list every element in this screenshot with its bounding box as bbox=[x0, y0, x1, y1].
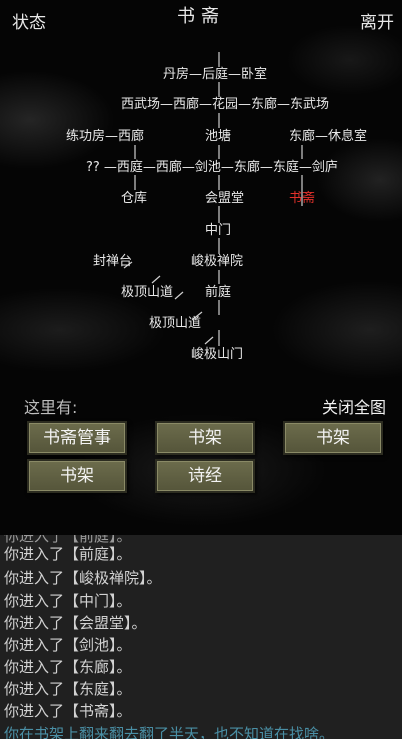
header-bar: 状态 书斋 离开 bbox=[0, 0, 402, 36]
leave-button[interactable]: 离开 bbox=[360, 8, 394, 33]
map-room-summit-road[interactable]: 极顶山道 bbox=[121, 286, 173, 300]
connector bbox=[151, 275, 161, 284]
bookshelf-button-2[interactable]: 书架 bbox=[283, 421, 383, 455]
log-line: 你进入了【中门】。 bbox=[4, 592, 132, 610]
book-of-songs-button[interactable]: 诗经 bbox=[155, 459, 255, 493]
log-line: 你进入了【东廊】。 bbox=[4, 658, 132, 676]
area-map: 丹房—后庭—卧室 西武场—西廊—花园—东廊—东武场 练功房—西廊 池塘 东廊—休… bbox=[0, 40, 402, 370]
connector bbox=[204, 336, 214, 345]
map-room-front-court[interactable]: 前庭 bbox=[205, 286, 231, 300]
map-row-garden[interactable]: 西武场—西廊—花园—东廊—东武场 bbox=[121, 98, 329, 112]
game-screen: 状态 书斋 离开 丹房—后庭—卧室 西武场—西廊—花园—东廊—东武场 练功房—西… bbox=[0, 0, 402, 535]
bookshelf-button-3[interactable]: 书架 bbox=[27, 459, 127, 493]
log-line: 你进入了【峻极禅院】。 bbox=[4, 569, 162, 587]
log-line: 你进入了【书斋】。 bbox=[4, 702, 132, 720]
connector bbox=[174, 291, 184, 300]
map-room-rest[interactable]: 东廊—休息室 bbox=[289, 130, 367, 144]
here-label: 这里有: bbox=[24, 398, 78, 417]
log-line-highlight: 你在书架上翻来翻去翻了半天，也不知道在找啥。 bbox=[4, 725, 335, 739]
map-room-fengshan-terrace[interactable]: 封禅台 bbox=[93, 255, 132, 269]
study-steward-button[interactable]: 书斋管事 bbox=[27, 421, 127, 455]
location-title: 书斋 bbox=[177, 6, 225, 27]
log-line: 你进入了【前庭】。 bbox=[4, 545, 132, 563]
map-room-junji-temple[interactable]: 峻极禅院 bbox=[191, 255, 243, 269]
map-room-summit-road-2[interactable]: 极顶山道 bbox=[149, 317, 201, 331]
close-map-button[interactable]: 关闭全图 bbox=[322, 394, 386, 418]
map-row-sword-pool[interactable]: ?? —西庭—西廊—剑池—东廊—东庭—剑庐 bbox=[86, 161, 338, 175]
map-room-study-current[interactable]: 书斋 bbox=[289, 192, 315, 206]
map-room-middle-gate[interactable]: 中门 bbox=[205, 224, 231, 238]
map-room-junji-gate[interactable]: 峻极山门 bbox=[191, 348, 243, 362]
log-line: 你进入了【会盟堂】。 bbox=[4, 614, 147, 632]
bookshelf-button-1[interactable]: 书架 bbox=[155, 421, 255, 455]
map-room-alliance-hall[interactable]: 会盟堂 bbox=[205, 192, 244, 206]
map-room-training[interactable]: 练功房—西廊 bbox=[66, 130, 144, 144]
message-log[interactable]: 你进入了【前庭】。 你进入了【前庭】。 你进入了【峻极禅院】。 你进入了【中门】… bbox=[0, 535, 402, 739]
log-line: 你进入了【剑池】。 bbox=[4, 636, 132, 654]
log-line: 你进入了【东庭】。 bbox=[4, 680, 132, 698]
map-room-pond[interactable]: 池塘 bbox=[205, 130, 231, 144]
map-room-storehouse[interactable]: 仓库 bbox=[121, 192, 147, 206]
map-row-back-court[interactable]: 丹房—后庭—卧室 bbox=[163, 68, 267, 82]
